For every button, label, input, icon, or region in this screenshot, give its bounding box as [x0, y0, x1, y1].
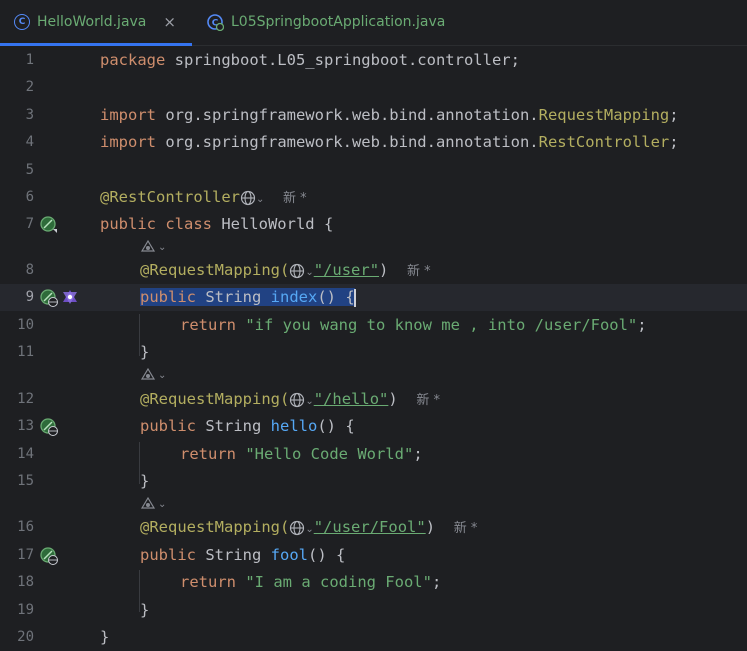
- line-number: 2: [25, 79, 34, 95]
- code-text: return "I am a coding Fool";: [180, 573, 442, 591]
- code-text: @RequestMapping(⌄"/user") 新 *: [140, 261, 431, 279]
- line-number: 9: [25, 289, 34, 305]
- code-text: }: [140, 472, 150, 490]
- line-number: 20: [17, 629, 34, 645]
- text-cursor: [353, 288, 356, 307]
- code-text: return "if you wang to know me , into /u…: [180, 316, 647, 334]
- code-text: public String fool() {: [140, 546, 346, 564]
- line-number: 7: [25, 216, 34, 232]
- code-editor[interactable]: 1 package springboot.L05_springboot.cont…: [0, 46, 747, 649]
- code-line: 19 }: [0, 597, 747, 624]
- line-number: 18: [17, 574, 34, 590]
- line-number: 8: [25, 262, 34, 278]
- code-text: import org.springframework.web.bind.anno…: [100, 133, 679, 151]
- code-line: 13 public String hello() {: [0, 413, 747, 440]
- tab-l05springbootapplication[interactable]: C L05SpringbootApplication.java: [206, 0, 445, 44]
- endpoints-icon: [140, 239, 156, 252]
- globe-icon[interactable]: [240, 190, 256, 206]
- line-number: 17: [17, 547, 34, 563]
- code-text: public String hello() {: [140, 417, 355, 435]
- tab-label: L05SpringbootApplication.java: [231, 14, 446, 30]
- globe-icon[interactable]: [289, 520, 305, 536]
- code-text: return "Hello Code World";: [180, 445, 423, 463]
- line-number: 11: [17, 344, 34, 360]
- class-c-icon: C: [14, 14, 30, 30]
- line-number: 1: [25, 52, 34, 68]
- spring-endpoint-gutter-icon[interactable]: [40, 418, 58, 436]
- line-number: 14: [17, 446, 34, 462]
- code-text: public String index() {: [140, 288, 356, 307]
- line-number: 3: [25, 107, 34, 123]
- chevron-down-icon[interactable]: ⌄: [305, 524, 313, 535]
- code-line: 16 @RequestMapping(⌄"/user/Fool") 新 *: [0, 514, 747, 541]
- code-line: 1 package springboot.L05_springboot.cont…: [0, 47, 747, 74]
- code-line: 5: [0, 157, 747, 184]
- line-number: 13: [17, 418, 34, 434]
- chevron-down-icon[interactable]: ⌄: [256, 194, 264, 205]
- code-text: }: [140, 601, 150, 619]
- author-hint[interactable]: 新 *: [416, 393, 440, 408]
- code-line: 14 return "Hello Code World";: [0, 441, 747, 468]
- code-vision-hint[interactable]: ⌄: [140, 364, 166, 386]
- code-text: }: [100, 628, 110, 646]
- spring-endpoint-gutter-icon[interactable]: [40, 547, 58, 565]
- line-number: 4: [25, 134, 34, 150]
- tab-helloworld[interactable]: C HelloWorld.java ×: [0, 0, 192, 46]
- code-line: 17 public String fool() {: [0, 542, 747, 569]
- code-text: @RequestMapping(⌄"/hello") 新 *: [140, 390, 441, 408]
- code-text: import org.springframework.web.bind.anno…: [100, 106, 679, 124]
- author-hint[interactable]: 新 *: [283, 191, 307, 206]
- code-line-current: 9 public String index() {: [0, 284, 747, 311]
- code-text: @RequestMapping(⌄"/user/Fool") 新 *: [140, 518, 478, 536]
- line-number: 15: [17, 473, 34, 489]
- code-vision-hint[interactable]: ⌄: [140, 236, 166, 258]
- line-number: 5: [25, 162, 34, 178]
- spring-bean-gutter-icon[interactable]: [40, 216, 58, 234]
- code-line: 4 import org.springframework.web.bind.an…: [0, 129, 747, 156]
- spring-endpoint-gutter-icon[interactable]: [40, 289, 58, 307]
- code-text: @RestController ⌄ 新 *: [100, 188, 307, 206]
- author-hint[interactable]: 新 *: [407, 264, 431, 279]
- code-text: public class HelloWorld {: [100, 215, 334, 233]
- code-line: 18 return "I am a coding Fool";: [0, 569, 747, 596]
- run-endpoint-icon[interactable]: [62, 289, 78, 305]
- line-number: 19: [17, 602, 34, 618]
- line-number: 6: [25, 189, 34, 205]
- code-line: 2: [0, 74, 747, 101]
- spring-boot-app-icon: C: [207, 14, 224, 31]
- chevron-down-icon[interactable]: ⌄: [305, 396, 313, 407]
- line-number: 10: [17, 317, 34, 333]
- tab-label: HelloWorld.java: [37, 14, 147, 30]
- line-number: 16: [17, 519, 34, 535]
- code-line: 3 import org.springframework.web.bind.an…: [0, 102, 747, 129]
- chevron-down-icon[interactable]: ⌄: [305, 267, 313, 278]
- editor-tab-bar: C HelloWorld.java × C L05SpringbootAppli…: [0, 0, 747, 46]
- code-text: }: [140, 343, 150, 361]
- code-line: 8 @RequestMapping(⌄"/user") 新 *: [0, 257, 747, 284]
- code-text: package springboot.L05_springboot.contro…: [100, 51, 520, 69]
- globe-icon[interactable]: [289, 392, 305, 408]
- chevron-down-icon: ⌄: [158, 241, 167, 253]
- code-line: 12 @RequestMapping(⌄"/hello") 新 *: [0, 386, 747, 413]
- code-line: 20 }: [0, 624, 747, 651]
- close-tab-icon[interactable]: ×: [163, 13, 176, 31]
- endpoints-icon: [140, 367, 156, 380]
- code-vision-hint[interactable]: ⌄: [140, 493, 166, 515]
- code-line: 10 return "if you wang to know me , into…: [0, 312, 747, 339]
- code-line: 15 }: [0, 468, 747, 495]
- author-hint[interactable]: 新 *: [454, 521, 478, 536]
- chevron-down-icon: ⌄: [158, 498, 167, 510]
- code-line: 7 public class HelloWorld {: [0, 211, 747, 238]
- code-line: 6 @RestController ⌄ 新 *: [0, 184, 747, 211]
- chevron-down-icon: ⌄: [158, 369, 167, 381]
- globe-icon[interactable]: [289, 263, 305, 279]
- endpoints-icon: [140, 496, 156, 509]
- line-number: 12: [17, 391, 34, 407]
- code-line: 11 }: [0, 339, 747, 366]
